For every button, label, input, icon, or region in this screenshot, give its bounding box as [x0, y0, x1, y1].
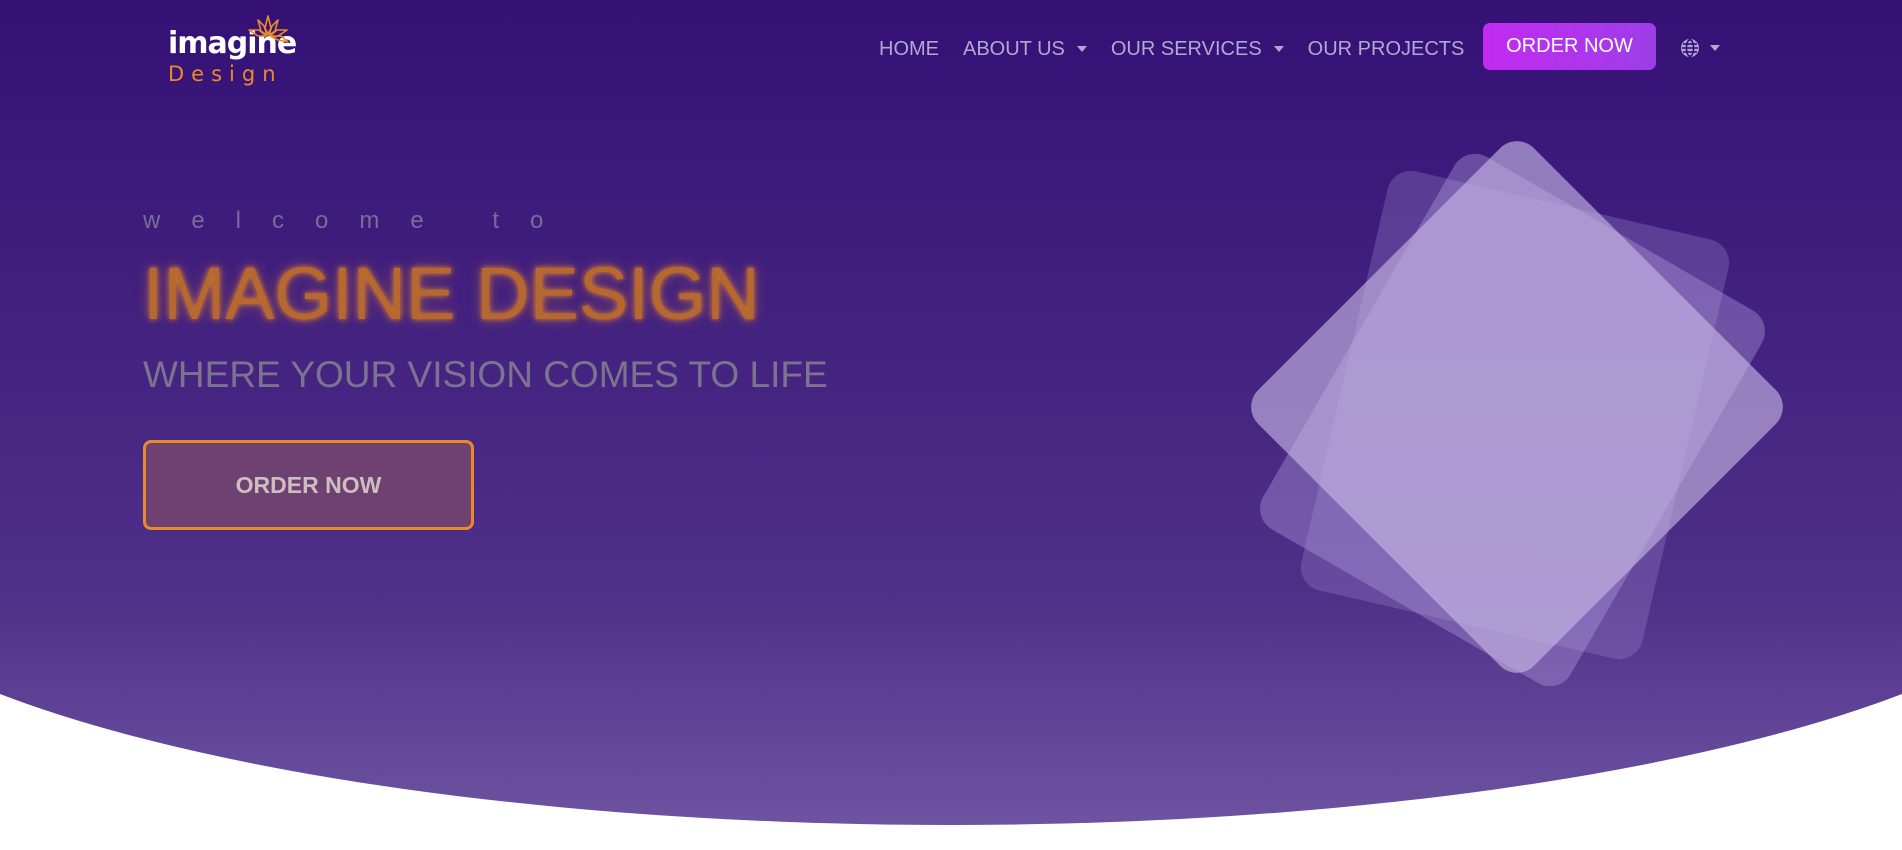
hero-title: IMAGINE DESIGN [143, 252, 760, 335]
globe-icon [1681, 39, 1699, 57]
nav-item-label: ABOUT US [963, 37, 1065, 60]
nav-item-about-us[interactable]: ABOUT US [963, 38, 1087, 61]
chevron-down-icon [1076, 46, 1087, 52]
navbar: imagine Design HOME ABOUT US OUR SERVICE… [0, 0, 1902, 100]
brand-logo[interactable]: imagine Design [166, 12, 297, 90]
welcome-text: welcome to [143, 207, 575, 234]
nav-item-label: OUR SERVICES [1110, 37, 1262, 60]
hero-order-now-button[interactable]: ORDER NOW [143, 440, 474, 530]
hero-section: imagine Design HOME ABOUT US OUR SERVICE… [0, 0, 1902, 850]
logo-subtitle: Design [168, 62, 283, 86]
nav-item-our-services[interactable]: OUR SERVICES [1111, 38, 1284, 61]
nav-menu: HOME ABOUT US OUR SERVICES OUR PROJECTS [879, 34, 1464, 64]
nav-item-label: HOME [879, 37, 939, 60]
lotus-icon [248, 15, 289, 43]
nav-item-home[interactable]: HOME [879, 38, 939, 61]
nav-item-our-projects[interactable]: OUR PROJECTS [1308, 38, 1465, 61]
chevron-down-icon [1710, 45, 1720, 51]
language-selector[interactable] [1680, 37, 1720, 59]
nav-order-now-button[interactable]: ORDER NOW [1483, 23, 1656, 70]
nav-item-label: OUR PROJECTS [1307, 37, 1465, 60]
hero-tagline: WHERE YOUR VISION COMES TO LIFE [143, 354, 828, 395]
chevron-down-icon [1273, 46, 1284, 52]
